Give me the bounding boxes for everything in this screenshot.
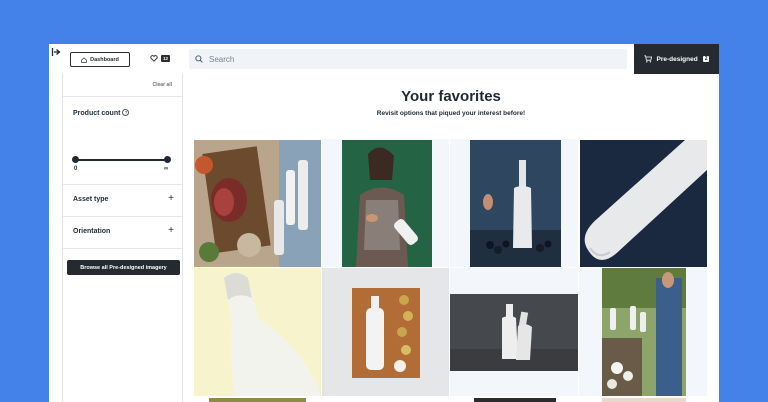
- orientation-filter[interactable]: Orientation +: [73, 225, 183, 236]
- plus-icon[interactable]: +: [168, 193, 174, 204]
- favorites-count-badge: 12: [161, 55, 171, 62]
- product-count-label: Product count: [73, 110, 121, 117]
- search-input[interactable]: [209, 54, 589, 64]
- cart-icon: [643, 55, 652, 63]
- asset-type-label: Asset type: [73, 196, 109, 203]
- page-subtitle: Revisit options that piqued your interes…: [376, 110, 526, 117]
- favorite-image-partial[interactable]: [209, 398, 306, 402]
- slider-max-handle[interactable]: [164, 156, 171, 163]
- app-window: Dashboard 12 Pre-designed 2 Clear all Pr…: [49, 44, 719, 402]
- slider-min-label: 0: [74, 166, 78, 172]
- heart-icon: [150, 55, 158, 62]
- favorites-button[interactable]: 12: [150, 55, 171, 62]
- divider: [63, 248, 183, 249]
- favorite-image-charcuterie[interactable]: [194, 140, 321, 267]
- predesigned-cart-button[interactable]: Pre-designed 2: [634, 44, 719, 74]
- divider: [63, 96, 183, 97]
- favorite-image-woman-bottle[interactable]: [342, 140, 432, 267]
- favorite-image-bottle-neck[interactable]: [194, 268, 321, 396]
- favorite-image-bottle-board[interactable]: [322, 268, 449, 396]
- orientation-label: Orientation: [73, 228, 111, 235]
- product-count-slider[interactable]: [75, 159, 168, 161]
- predesigned-label: Pre-designed: [656, 55, 698, 63]
- favorite-image-bottle-closeup[interactable]: [580, 140, 707, 267]
- help-icon[interactable]: ?: [122, 109, 130, 116]
- favorite-image-two-bottles[interactable]: [450, 294, 578, 371]
- favorite-image-bottle-berries[interactable]: [470, 140, 561, 267]
- divider: [63, 184, 183, 185]
- favorite-image-outdoor-party[interactable]: [602, 268, 686, 396]
- search-icon: [195, 55, 203, 63]
- slider-min-handle[interactable]: [72, 156, 79, 163]
- slider-max-label: ∞: [164, 166, 169, 172]
- dashboard-label: Dashboard: [90, 56, 119, 63]
- divider: [63, 216, 183, 217]
- search-bar[interactable]: [189, 49, 627, 69]
- clear-all-link[interactable]: Clear all: [153, 82, 172, 88]
- filter-sidebar: Clear all Product count? 0 ∞ Asset type …: [62, 74, 183, 402]
- page-title: Your favorites: [401, 88, 501, 105]
- sidebar-collapse-icon[interactable]: [51, 47, 61, 57]
- product-count-filter: Product count?: [73, 109, 130, 117]
- asset-type-filter[interactable]: Asset type +: [73, 193, 183, 204]
- home-icon: [81, 56, 87, 63]
- plus-icon[interactable]: +: [168, 225, 174, 236]
- favorite-image-partial[interactable]: [474, 398, 556, 402]
- favorite-image-partial[interactable]: [602, 398, 686, 402]
- browse-predesigned-button[interactable]: Browse all Pre-designed imagery: [67, 260, 180, 275]
- dashboard-button[interactable]: Dashboard: [70, 52, 130, 67]
- predesigned-count-badge: 2: [702, 56, 710, 62]
